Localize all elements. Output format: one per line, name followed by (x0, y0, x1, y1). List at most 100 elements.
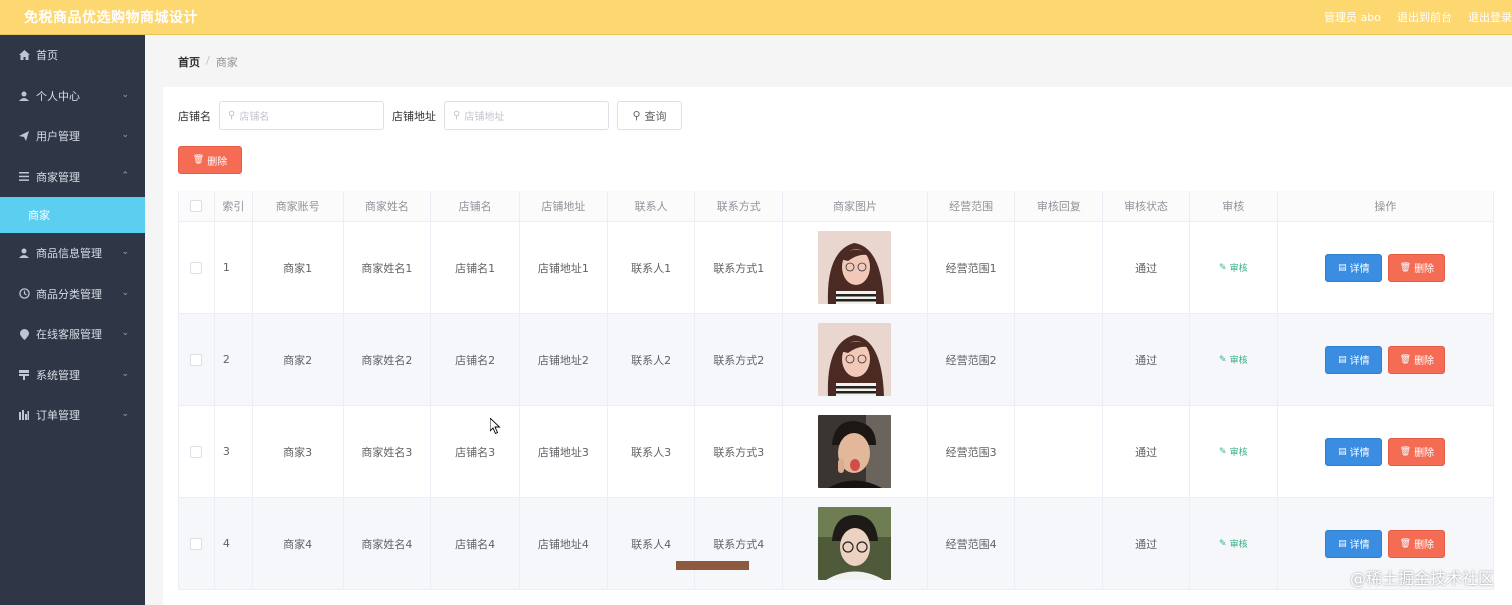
detail-button[interactable]: ▤ 详情 (1325, 253, 1383, 282)
cell-account: 商家3 (253, 406, 344, 497)
header-index: 索引 (215, 191, 253, 221)
chevron-down-icon: ⌄ (121, 328, 129, 338)
document-icon: ▤ (1338, 538, 1347, 549)
cell-name: 商家姓名2 (344, 314, 432, 405)
header-account: 商家账号 (253, 191, 344, 221)
header-image: 商家图片 (783, 191, 928, 221)
shop-address-input[interactable]: ⚲ 店铺地址 (444, 101, 609, 130)
delete-button[interactable]: 🗑 删除 (1388, 345, 1446, 374)
cell-reply (1015, 498, 1104, 589)
send-icon (18, 130, 30, 142)
cell-address: 店铺地址3 (520, 406, 608, 497)
detail-label: 详情 (1349, 264, 1370, 275)
detail-button[interactable]: ▤ 详情 (1325, 437, 1383, 466)
breadcrumb-home[interactable]: 首页 (178, 54, 200, 70)
edit-icon: ✎ (1219, 446, 1227, 457)
sidebar-item-category[interactable]: 商品分类管理 ⌄ (0, 274, 145, 315)
batch-delete-button[interactable]: 🗑 删除 (178, 146, 242, 174)
sidebar-item-orders[interactable]: 订单管理 ⌄ (0, 395, 145, 436)
sidebar-item-customer-service[interactable]: 在线客服管理 ⌄ (0, 314, 145, 355)
sidebar-item-system[interactable]: 系统管理 ⌄ (0, 355, 145, 396)
cell-scope: 经营范围4 (928, 498, 1016, 589)
cell-index: 2 (215, 314, 253, 405)
cell-scope: 经营范围1 (928, 222, 1016, 313)
cell-contact: 联系人1 (608, 222, 696, 313)
sidebar-item-label: 个人中心 (36, 89, 80, 103)
detail-label: 详情 (1349, 356, 1370, 367)
document-icon: ▤ (1338, 354, 1347, 365)
table-header-row: 索引 商家账号 商家姓名 店铺名 店铺地址 联系人 联系方式 商家图片 经营范围… (179, 191, 1495, 222)
delete-button[interactable]: 🗑 删除 (1388, 437, 1446, 466)
sidebar-item-users[interactable]: 用户管理 ⌄ (0, 116, 145, 157)
audit-link[interactable]: ✎ 审核 (1219, 445, 1248, 459)
select-all-cell (179, 191, 215, 221)
sidebar-item-label: 商品分类管理 (36, 287, 102, 301)
table-row: 1 商家1 商家姓名1 店铺名1 店铺地址1 联系人1 联系方式1 经营范围1 … (179, 222, 1495, 314)
cell-phone: 联系方式2 (695, 314, 784, 405)
audit-link[interactable]: ✎ 审核 (1219, 353, 1248, 367)
row-checkbox[interactable] (190, 445, 203, 458)
header-audit: 审核 (1190, 191, 1278, 221)
batch-delete-label: 删除 (207, 156, 228, 168)
location-icon (18, 328, 30, 340)
header-address: 店铺地址 (520, 191, 608, 221)
sidebar-subitem-merchant[interactable]: 商家 (0, 197, 145, 233)
cell-audit: ✎ 审核 (1190, 406, 1278, 497)
row-checkbox[interactable] (190, 353, 203, 366)
shop-name-placeholder: 店铺名 (239, 112, 270, 123)
delete-button[interactable]: 🗑 删除 (1388, 253, 1446, 282)
logout-link[interactable]: 退出登录 (1468, 9, 1512, 25)
detail-button[interactable]: ▤ 详情 (1325, 345, 1383, 374)
header-shop: 店铺名 (431, 191, 520, 221)
cell-account: 商家4 (253, 498, 344, 589)
cell-audit: ✎ 审核 (1190, 314, 1278, 405)
delete-label: 删除 (1414, 540, 1435, 551)
back-to-front-link[interactable]: 退出到前台 (1397, 9, 1452, 25)
cell-image (783, 222, 928, 313)
delete-button[interactable]: 🗑 删除 (1388, 529, 1446, 558)
cell-address: 店铺地址1 (520, 222, 608, 313)
chevron-down-icon: ⌄ (121, 89, 129, 100)
cell-index: 1 (215, 222, 253, 313)
sidebar-item-home[interactable]: 首页 (0, 35, 145, 76)
user-icon (18, 247, 30, 259)
cell-shop: 店铺名3 (431, 406, 520, 497)
cell-audit: ✎ 审核 (1190, 222, 1278, 313)
merchant-table: 索引 商家账号 商家姓名 店铺名 店铺地址 联系人 联系方式 商家图片 经营范围… (178, 191, 1495, 590)
sidebar-item-label: 系统管理 (36, 368, 80, 382)
header-phone: 联系方式 (695, 191, 784, 221)
delete-label: 删除 (1414, 448, 1435, 459)
cell-actions: ▤ 详情 🗑 删除 (1278, 314, 1495, 405)
detail-button[interactable]: ▤ 详情 (1325, 529, 1383, 558)
row-checkbox[interactable] (190, 537, 203, 550)
cell-name: 商家姓名3 (344, 406, 432, 497)
shop-name-input[interactable]: ⚲ 店铺名 (219, 101, 384, 130)
audit-link[interactable]: ✎ 审核 (1219, 261, 1248, 275)
top-header: 免税商品优选购物商城设计 管理员 abo 退出到前台 退出登录 (0, 0, 1512, 35)
sidebar-item-merchant[interactable]: 商家管理 ⌃ (0, 157, 145, 198)
sidebar-item-label: 首页 (36, 49, 58, 63)
audit-link[interactable]: ✎ 审核 (1219, 537, 1248, 551)
sidebar-item-personal[interactable]: 个人中心 ⌄ (0, 76, 145, 117)
row-checkbox[interactable] (190, 261, 203, 274)
home-icon (18, 49, 30, 61)
trash-icon: 🗑 (1399, 262, 1412, 273)
trash-icon: 🗑 (192, 155, 205, 165)
select-all-checkbox[interactable] (190, 200, 203, 212)
query-button[interactable]: ⚲ 查询 (617, 101, 682, 130)
row-select-cell (179, 498, 215, 589)
search-icon: ⚲ (453, 110, 461, 121)
breadcrumb-separator: / (206, 54, 210, 67)
table-row: 4 商家4 商家姓名4 店铺名4 店铺地址4 联系人4 联系方式4 经营范围4 … (179, 498, 1495, 590)
trash-icon: 🗑 (1399, 446, 1412, 457)
cell-shop: 店铺名2 (431, 314, 520, 405)
audit-label: 审核 (1229, 264, 1248, 274)
sidebar-item-product-info[interactable]: 商品信息管理 ⌄ (0, 233, 145, 274)
shop-address-placeholder: 店铺地址 (464, 112, 505, 123)
cell-name: 商家姓名4 (344, 498, 432, 589)
sidebar: 首页 个人中心 ⌄ 用户管理 ⌄ 商家管理 ⌃ 商家 商品信息管理 ⌄ 商品分类… (0, 35, 145, 605)
row-select-cell (179, 314, 215, 405)
cell-actions: ▤ 详情 🗑 删除 (1278, 222, 1495, 313)
header-name: 商家姓名 (344, 191, 432, 221)
table-row: 2 商家2 商家姓名2 店铺名2 店铺地址2 联系人2 联系方式2 经营范围2 … (179, 314, 1495, 406)
